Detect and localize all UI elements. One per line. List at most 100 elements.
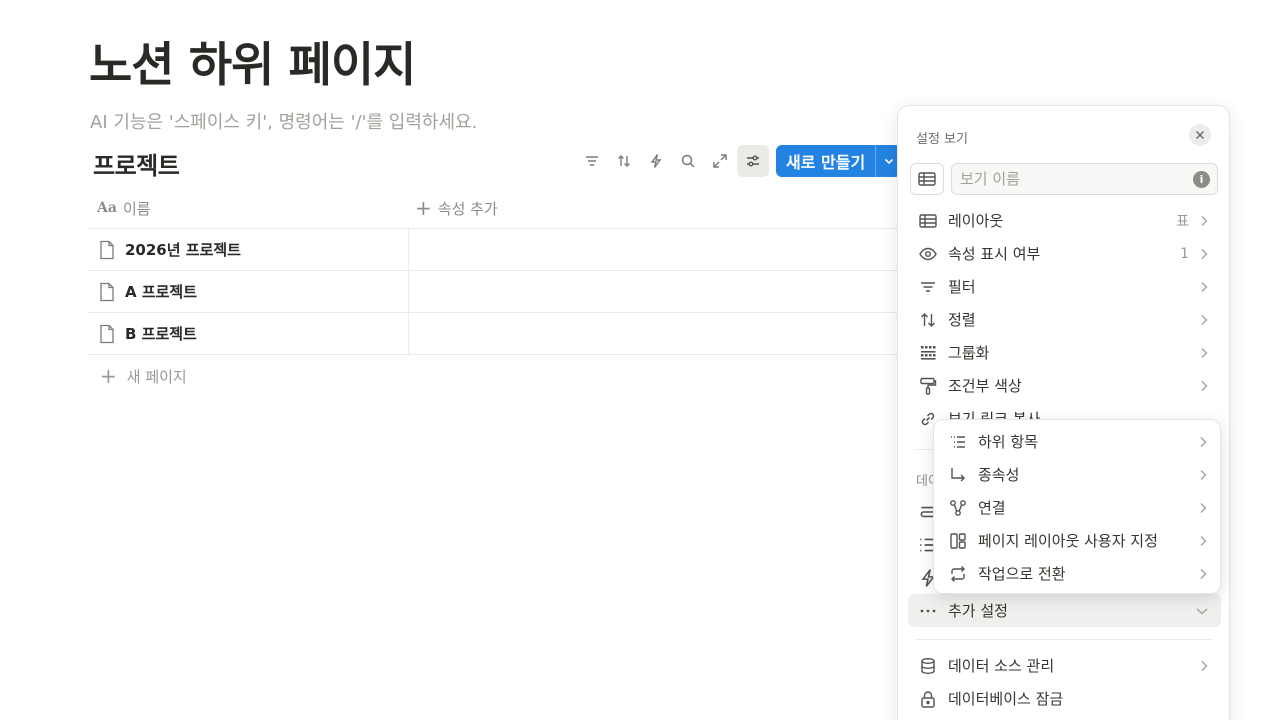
chevron-right-icon bbox=[1198, 436, 1210, 448]
sort-icon bbox=[918, 310, 938, 330]
lock-icon bbox=[918, 689, 938, 709]
convert-icon bbox=[948, 564, 968, 584]
page-icon bbox=[100, 282, 114, 301]
table-row[interactable]: A 프로젝트 bbox=[88, 271, 908, 313]
chevron-right-icon bbox=[1199, 380, 1211, 392]
data-source-menu: 데이터 소스 관리 데이터베이스 잠금 bbox=[908, 649, 1221, 715]
menu-item-label: 연결 bbox=[978, 499, 1006, 517]
search-icon[interactable] bbox=[672, 145, 704, 177]
column-name-label: 이름 bbox=[122, 199, 151, 218]
menu-item-label: 데이터 소스 관리 bbox=[948, 657, 1055, 675]
menu-item-label: 작업으로 전환 bbox=[978, 565, 1066, 583]
automation-icon[interactable] bbox=[640, 145, 672, 177]
sub-items-icon bbox=[948, 432, 968, 452]
new-page-button[interactable]: + 새 페이지 bbox=[88, 355, 908, 397]
row-name-cell[interactable]: B 프로젝트 bbox=[88, 313, 409, 354]
menu-item-label: 레이아웃 bbox=[948, 212, 1004, 230]
database-table: Aa 이름 + 속성 추가 2026년 프로젝트 A 프로젝트 B 프로젝트 +… bbox=[88, 188, 908, 397]
paint-roller-icon bbox=[918, 376, 938, 396]
new-page-label: 새 페이지 bbox=[126, 367, 187, 386]
dependency-arrow-icon bbox=[948, 465, 968, 485]
filter-icon bbox=[918, 277, 938, 297]
table-icon[interactable] bbox=[910, 163, 944, 195]
more-icon bbox=[918, 601, 938, 621]
menu-item-conditional-color[interactable]: 조건부 색상 bbox=[908, 369, 1221, 402]
chevron-right-icon bbox=[1199, 347, 1211, 359]
database-title[interactable]: 프로젝트 bbox=[93, 146, 180, 181]
view-name-row: i bbox=[910, 163, 1218, 195]
add-property-button[interactable]: + 속성 추가 bbox=[409, 188, 498, 228]
menu-item-value: 1 bbox=[1180, 245, 1189, 262]
chevron-right-icon bbox=[1199, 660, 1211, 672]
grid-icon bbox=[918, 343, 938, 363]
page-layout-icon bbox=[948, 531, 968, 551]
text-property-icon: Aa bbox=[97, 200, 117, 216]
table-row[interactable]: B 프로젝트 bbox=[88, 313, 908, 355]
plus-icon: + bbox=[415, 196, 432, 220]
menu-item-sort[interactable]: 정렬 bbox=[908, 303, 1221, 336]
chevron-right-icon bbox=[1199, 281, 1211, 293]
page-title[interactable]: 노션 하위 페이지 bbox=[89, 26, 416, 95]
menu-item-more-settings[interactable]: 추가 설정 bbox=[908, 594, 1221, 627]
menu-item-label: 필터 bbox=[948, 278, 976, 296]
menu-item-label: 페이지 레이아웃 사용자 지정 bbox=[978, 532, 1158, 550]
expand-icon[interactable] bbox=[704, 145, 736, 177]
menu-item-label: 조건부 색상 bbox=[948, 377, 1022, 395]
sort-icon[interactable] bbox=[608, 145, 640, 177]
submenu-item-convert-to-task[interactable]: 작업으로 전환 bbox=[934, 557, 1220, 590]
column-header-name[interactable]: Aa 이름 bbox=[88, 188, 409, 228]
menu-item-manage-data-sources[interactable]: 데이터 소스 관리 bbox=[908, 649, 1221, 682]
new-button: 새로 만들기 bbox=[776, 145, 902, 177]
connection-icon bbox=[948, 498, 968, 518]
view-settings-menu: 레이아웃 표 속성 표시 여부 1 필터 정렬 그룹화 조건부 색상 bbox=[908, 204, 1221, 435]
chevron-right-icon bbox=[1199, 248, 1211, 260]
divider bbox=[916, 639, 1212, 640]
filter-icon[interactable] bbox=[576, 145, 608, 177]
plus-icon: + bbox=[100, 364, 117, 388]
info-icon[interactable]: i bbox=[1193, 171, 1210, 188]
panel-header: 설정 보기 bbox=[916, 132, 968, 147]
menu-item-label: 추가 설정 bbox=[948, 602, 1008, 620]
chevron-right-icon bbox=[1199, 215, 1211, 227]
settings-sliders-icon[interactable] bbox=[737, 145, 769, 177]
submenu-item-sub-items[interactable]: 하위 항목 bbox=[934, 425, 1220, 458]
menu-item-group[interactable]: 그룹화 bbox=[908, 336, 1221, 369]
menu-item-label: 데이터베이스 잠금 bbox=[948, 690, 1064, 708]
submenu-item-dependency[interactable]: 종속성 bbox=[934, 458, 1220, 491]
chevron-right-icon bbox=[1198, 535, 1210, 547]
new-button-label[interactable]: 새로 만들기 bbox=[776, 145, 875, 177]
eye-icon bbox=[918, 244, 938, 264]
row-name-cell[interactable]: A 프로젝트 bbox=[88, 271, 409, 312]
submenu-item-page-layout[interactable]: 페이지 레이아웃 사용자 지정 bbox=[934, 524, 1220, 557]
menu-item-property-visibility[interactable]: 속성 표시 여부 1 bbox=[908, 237, 1221, 270]
view-name-input[interactable] bbox=[951, 163, 1218, 195]
menu-item-lock-database[interactable]: 데이터베이스 잠금 bbox=[908, 682, 1221, 715]
more-settings-menu: 추가 설정 bbox=[908, 594, 1221, 627]
row-name: 2026년 프로젝트 bbox=[125, 241, 241, 259]
chevron-right-icon bbox=[1199, 314, 1211, 326]
chevron-right-icon bbox=[1198, 568, 1210, 580]
menu-item-layout[interactable]: 레이아웃 표 bbox=[908, 204, 1221, 237]
view-settings-panel: 설정 보기 i 레이아웃 표 속성 표시 여부 1 필터 bbox=[897, 105, 1230, 720]
database-icon bbox=[918, 656, 938, 676]
submenu-item-connection[interactable]: 연결 bbox=[934, 491, 1220, 524]
close-icon[interactable] bbox=[1189, 124, 1211, 146]
table-icon bbox=[918, 211, 938, 231]
row-name: B 프로젝트 bbox=[125, 325, 197, 343]
menu-item-label: 종속성 bbox=[978, 466, 1020, 484]
menu-item-label: 하위 항목 bbox=[978, 433, 1038, 451]
row-name-cell[interactable]: 2026년 프로젝트 bbox=[88, 229, 409, 270]
database-toolbar: 새로 만들기 bbox=[576, 145, 902, 177]
chevron-right-icon bbox=[1198, 469, 1210, 481]
page-hint[interactable]: AI 기능은 '스페이스 키', 명령어는 '/'를 입력하세요. bbox=[90, 108, 477, 134]
menu-item-value: 표 bbox=[1176, 213, 1189, 230]
page-icon bbox=[100, 324, 114, 343]
menu-item-label: 정렬 bbox=[948, 311, 976, 329]
more-settings-submenu: 하위 항목 종속성 연결 페이지 레이아웃 사용자 지정 작업으로 전환 bbox=[933, 419, 1221, 594]
menu-item-label: 속성 표시 여부 bbox=[948, 245, 1041, 263]
table-row[interactable]: 2026년 프로젝트 bbox=[88, 229, 908, 271]
menu-item-label: 그룹화 bbox=[948, 344, 990, 362]
row-name: A 프로젝트 bbox=[125, 283, 198, 301]
add-property-label: 속성 추가 bbox=[437, 199, 498, 218]
menu-item-filter[interactable]: 필터 bbox=[908, 270, 1221, 303]
